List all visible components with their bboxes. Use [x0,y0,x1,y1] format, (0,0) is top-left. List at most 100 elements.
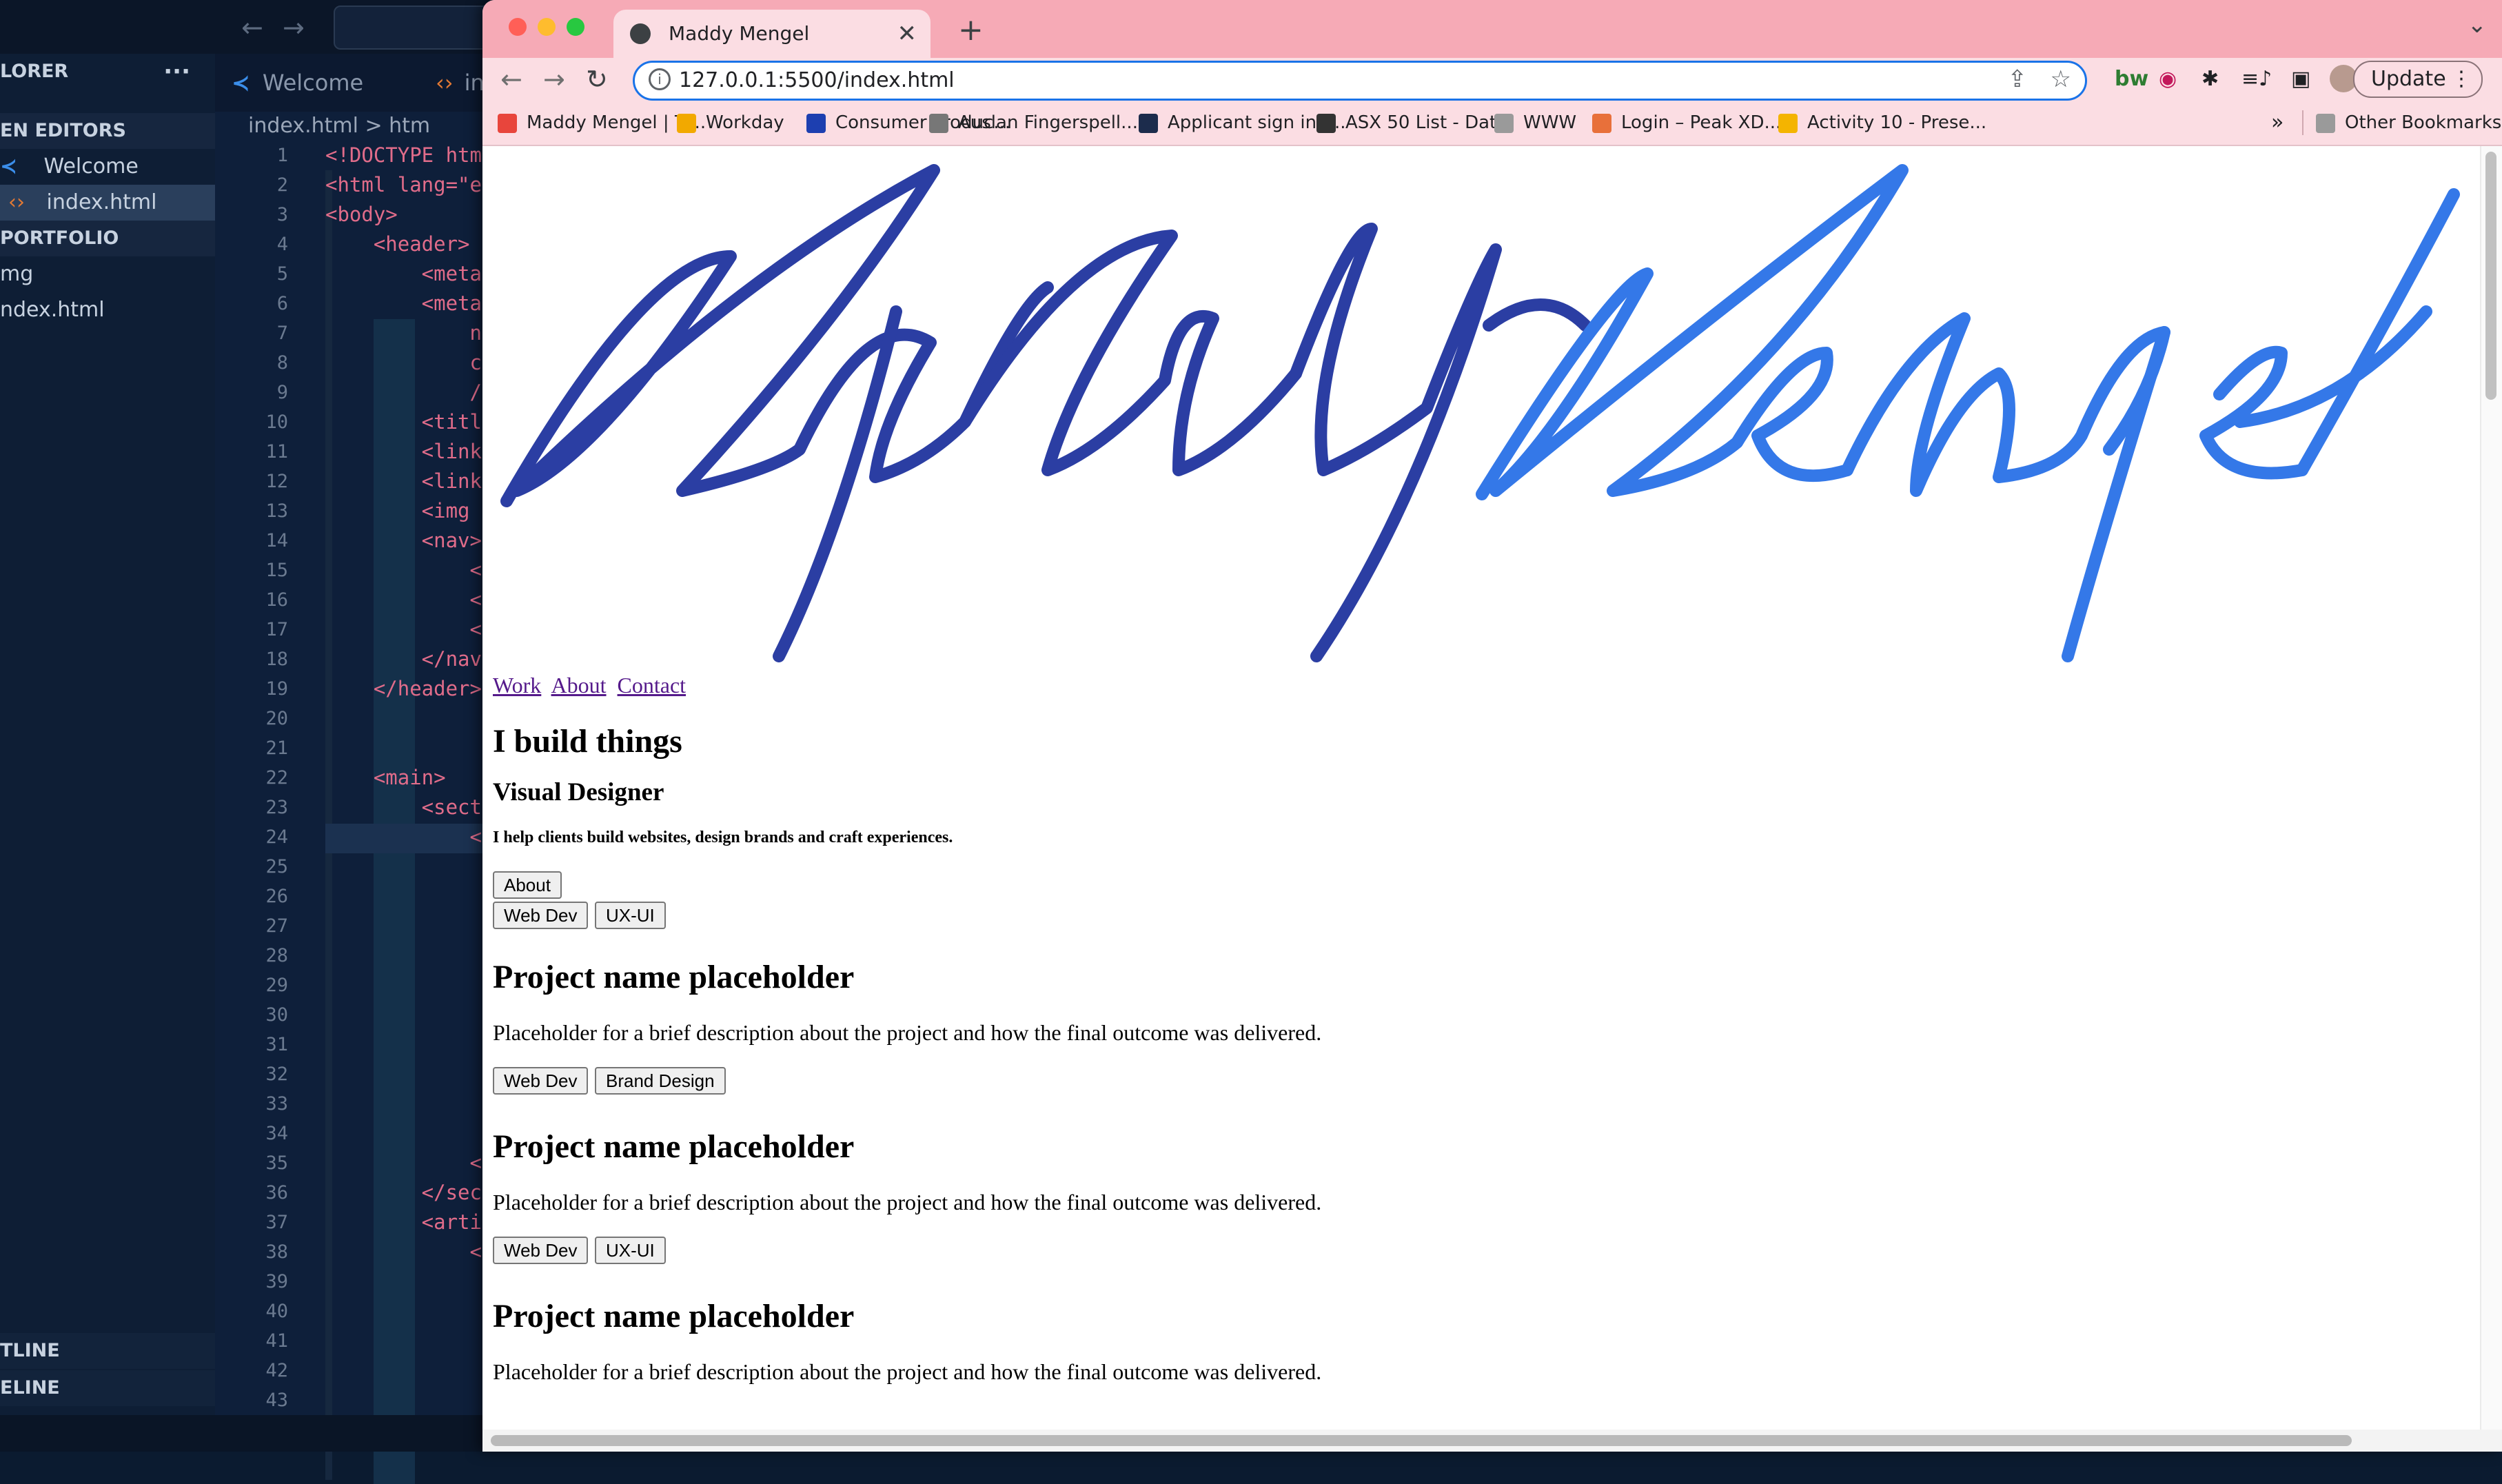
share-icon[interactable]: ⇪ [2008,65,2028,93]
hero-tagline: I help clients build websites, design br… [493,829,953,846]
tab-label: in [464,70,485,96]
browser-toolbar: ← → ↻ i 127.0.0.1:5500/index.html ⇪ ☆ bw… [482,58,2502,101]
scroll-thumb[interactable] [491,1435,2352,1446]
line-number-gutter: 1 2 3 4 5 6 7 8 9 10 11 12 13 14 15 16 17 18 19 20 21 22 23 24 2… [215,141,291,1415]
bookmark-item[interactable]: Auslan Fingerspell... [929,101,1138,145]
project-description: Placeholder for a brief description abou… [493,1359,1322,1384]
project-title: Project name placeholder [493,1298,855,1334]
timeline-header[interactable]: ELINE [0,1370,215,1406]
bookmarks-overflow-icon[interactable]: » [2271,101,2284,145]
vscode-logo-icon: ≺ [232,70,250,96]
line-number: 16 [265,589,288,611]
line-number: 31 [265,1034,288,1055]
bookmark-favicon-icon [1139,113,1158,133]
vertical-scrollbar[interactable] [2480,146,2502,1430]
tab-title: Maddy Mengel [669,22,810,45]
html-file-icon: ‹› [8,190,25,214]
color-picker-extension-icon[interactable]: ◉ [2159,68,2177,91]
more-actions-icon[interactable]: ··· [163,54,190,90]
line-number: 7 [276,323,288,344]
folder-header[interactable]: PORTFOLIO [0,221,215,256]
tab-strip: Maddy Mengel ✕ + ⌄ [482,0,2502,58]
nav-link-contact[interactable]: Contact [618,673,686,698]
other-bookmarks[interactable]: Other Bookmarks [2316,101,2501,145]
line-number: 22 [265,767,288,789]
bookmark-item[interactable]: Workday [677,101,784,145]
extensions-puzzle-icon[interactable]: ✱ [2201,68,2219,91]
folder-item-img[interactable]: mg [0,256,215,292]
bookmark-item[interactable]: Login – Peak XD... [1592,101,1781,145]
line-number: 6 [276,293,288,314]
line-number: 12 [265,471,288,492]
bookmark-favicon-icon [806,113,826,133]
breadcrumb[interactable]: index.html > htm [248,112,430,141]
bookmark-separator [2302,110,2303,135]
bookmark-label: Workday [706,112,784,133]
line-number: 4 [276,234,288,255]
close-tab-icon[interactable]: ✕ [897,10,917,58]
command-center[interactable] [334,6,495,50]
hero-role: Visual Designer [493,778,664,806]
back-arrow-icon[interactable]: ← [241,12,263,43]
url-text[interactable]: 127.0.0.1:5500/index.html [679,63,955,99]
bookmark-star-icon[interactable]: ☆ [2051,65,2071,93]
filter-web-dev-button[interactable]: Web Dev [493,902,589,929]
kebab-menu-icon: ⋮ [2451,67,2472,91]
project-tag-button[interactable]: Brand Design [595,1067,726,1095]
nav-link-work[interactable]: Work [493,673,541,698]
new-tab-button[interactable]: + [958,10,984,51]
address-bar[interactable]: i 127.0.0.1:5500/index.html ⇪ ☆ [633,61,2087,101]
nav-link-about[interactable]: About [551,673,607,698]
vscode-logo-icon: ≺ [0,154,18,179]
line-number: 32 [265,1064,288,1085]
forward-arrow-icon[interactable]: → [283,12,305,43]
back-button[interactable]: ← [500,63,522,95]
tab-search-icon[interactable]: ⌄ [2468,11,2488,39]
side-panel-icon[interactable]: ▣ [2291,68,2310,91]
bookmark-item[interactable]: ASX 50 List - Dat... [1316,101,1514,145]
open-editors-header[interactable]: EN EDITORS [0,113,215,149]
site-info-icon[interactable]: i [649,68,671,90]
tab-index[interactable]: ‹› in [436,54,485,112]
open-editor-index[interactable]: ‹› index.html [0,185,215,221]
project-tag-button[interactable]: UX-UI [595,1237,666,1264]
line-number: 27 [265,915,288,937]
scroll-thumb[interactable] [2485,152,2496,400]
horizontal-scrollbar[interactable] [482,1430,2502,1452]
close-window-button[interactable] [509,18,527,36]
browser-window: Maddy Mengel ✕ + ⌄ ← → ↻ i 127.0.0.1:550… [482,0,2502,1452]
filter-ux-ui-button[interactable]: UX-UI [595,902,666,929]
maximize-window-button[interactable] [567,18,584,36]
bookmark-item[interactable]: Applicant sign in -... [1139,101,1346,145]
project-tag-button[interactable]: Web Dev [493,1067,589,1095]
line-number: 3 [276,204,288,225]
media-controls-icon[interactable]: ≡♪ [2241,68,2272,91]
update-button[interactable]: Update ⋮ [2353,61,2483,98]
bookmark-item[interactable]: Maddy Mengel | Tr... [498,101,706,145]
reload-button[interactable]: ↻ [586,63,608,95]
about-button[interactable]: About [493,871,562,899]
outline-header[interactable]: TLINE [0,1333,215,1369]
page-viewport: Work About Contact I build things Visual… [482,146,2481,1430]
forward-button[interactable]: → [543,63,565,95]
line-number: 33 [265,1093,288,1115]
bookmark-item[interactable]: WWW [1494,101,1576,145]
project-tag-button[interactable]: Web Dev [493,1237,589,1264]
line-number: 38 [265,1241,288,1263]
browser-tab[interactable]: Maddy Mengel ✕ [613,10,930,58]
minimize-window-button[interactable] [538,18,556,36]
bookmark-favicon-icon [498,113,517,133]
line-number: 1 [276,145,288,166]
project-description: Placeholder for a brief description abou… [493,1020,1322,1045]
tab-welcome[interactable]: ≺ Welcome [232,54,363,112]
line-number: 9 [276,382,288,403]
bitwarden-extension-icon[interactable]: bw [2115,68,2148,91]
line-number: 37 [265,1212,288,1233]
line-number: 11 [265,441,288,463]
line-number: 13 [265,500,288,522]
line-number: 42 [265,1360,288,1381]
open-editor-welcome[interactable]: ≺ Welcome [0,149,215,185]
bookmark-item[interactable]: Activity 10 - Prese... [1778,101,1986,145]
folder-item-index[interactable]: ndex.html [0,292,215,328]
tab-label: Welcome [262,70,364,96]
